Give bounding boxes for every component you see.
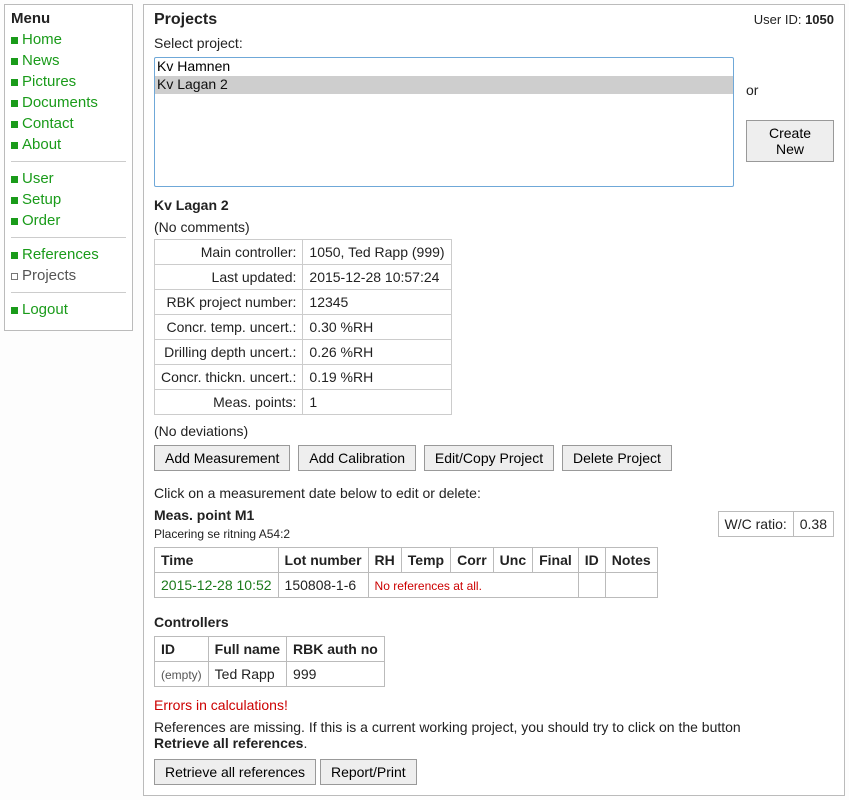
ctrl-header-row: IDFull nameRBK auth no [155,637,385,662]
bullet-icon [11,307,18,314]
wc-ratio-label: W/C ratio: [719,512,793,536]
table-row: 2015-12-28 10:52 150808-1-6 No reference… [155,573,658,598]
wc-ratio-value: 0.38 [793,512,833,536]
ctrl-auth: 999 [287,662,385,687]
info-body: Main controller:1050, Ted Rapp (999)Last… [155,240,452,415]
sidebar-menu: Menu Home News Pictures Documents Contact Abo… [4,4,133,331]
menu-group-a: Home News Pictures Documents Contact About [11,31,126,153]
ctrl-id: (empty) [161,668,202,682]
add-measurement-button[interactable]: Add Measurement [154,445,290,471]
project-select[interactable]: Kv HamnenKv Lagan 2 [154,57,734,187]
ctrl-name: Ted Rapp [208,662,286,687]
no-references-text: No references at all. [375,579,482,593]
menu-group-c: References Projects [11,246,126,284]
bullet-icon [11,121,18,128]
user-id: User ID: 1050 [754,12,834,27]
bullet-icon [11,176,18,183]
bullet-icon [11,142,18,149]
meas-point-name: Meas. point M1 [154,507,290,523]
retrieve-references-button[interactable]: Retrieve all references [154,759,316,785]
report-print-button[interactable]: Report/Print [320,759,417,785]
or-label: or [746,82,758,98]
controllers-table: IDFull nameRBK auth no (empty) Ted Rapp … [154,636,385,687]
bullet-icon [11,252,18,259]
meas-point-desc: Placering se ritning A54:2 [154,527,290,541]
page-title: Projects [154,11,217,29]
sidebar-item-user[interactable]: User [11,170,126,187]
bullet-icon [11,100,18,107]
instruction-text: Click on a measurement date below to edi… [154,485,834,501]
errors-message: References are missing. If this is a cur… [154,719,834,751]
bullet-icon [11,218,18,225]
measurements-table: TimeLot numberRHTempCorrUncFinalIDNotes … [154,547,658,598]
menu-title: Menu [11,10,126,27]
table-row: (empty) Ted Rapp 999 [155,662,385,687]
bullet-icon [11,37,18,44]
bullet-icon [11,273,18,280]
no-comments: (No comments) [154,219,834,235]
sidebar-item-references[interactable]: References [11,246,126,263]
sidebar-item-news[interactable]: News [11,52,126,69]
sidebar-item-contact[interactable]: Contact [11,115,126,132]
sidebar-item-projects[interactable]: Projects [11,267,126,284]
select-project-label: Select project: [154,35,834,51]
sidebar-item-home[interactable]: Home [11,31,126,48]
errors-title: Errors in calculations! [154,697,834,713]
no-deviations: (No deviations) [154,423,834,439]
delete-project-button[interactable]: Delete Project [562,445,672,471]
bullet-icon [11,58,18,65]
content-panel: Projects User ID: 1050 Select project: K… [143,4,845,796]
project-name: Kv Lagan 2 [154,197,834,213]
meas-header-row: TimeLot numberRHTempCorrUncFinalIDNotes [155,548,658,573]
bullet-icon [11,197,18,204]
sidebar-item-about[interactable]: About [11,136,126,153]
controllers-title: Controllers [154,614,834,630]
sidebar-item-logout[interactable]: Logout [11,301,126,318]
sidebar-item-order[interactable]: Order [11,212,126,229]
project-info-table: Main controller:1050, Ted Rapp (999)Last… [154,239,452,415]
create-new-button[interactable]: Create New [746,120,834,162]
menu-group-d: Logout [11,301,126,318]
add-calibration-button[interactable]: Add Calibration [298,445,416,471]
wc-ratio-box: W/C ratio: 0.38 [718,511,834,537]
sidebar-item-documents[interactable]: Documents [11,94,126,111]
meas-lot: 150808-1-6 [278,573,368,598]
edit-copy-project-button[interactable]: Edit/Copy Project [424,445,554,471]
sidebar-item-setup[interactable]: Setup [11,191,126,208]
meas-time-link[interactable]: 2015-12-28 10:52 [161,577,272,593]
sidebar-item-pictures[interactable]: Pictures [11,73,126,90]
bullet-icon [11,79,18,86]
menu-group-b: User Setup Order [11,170,126,229]
